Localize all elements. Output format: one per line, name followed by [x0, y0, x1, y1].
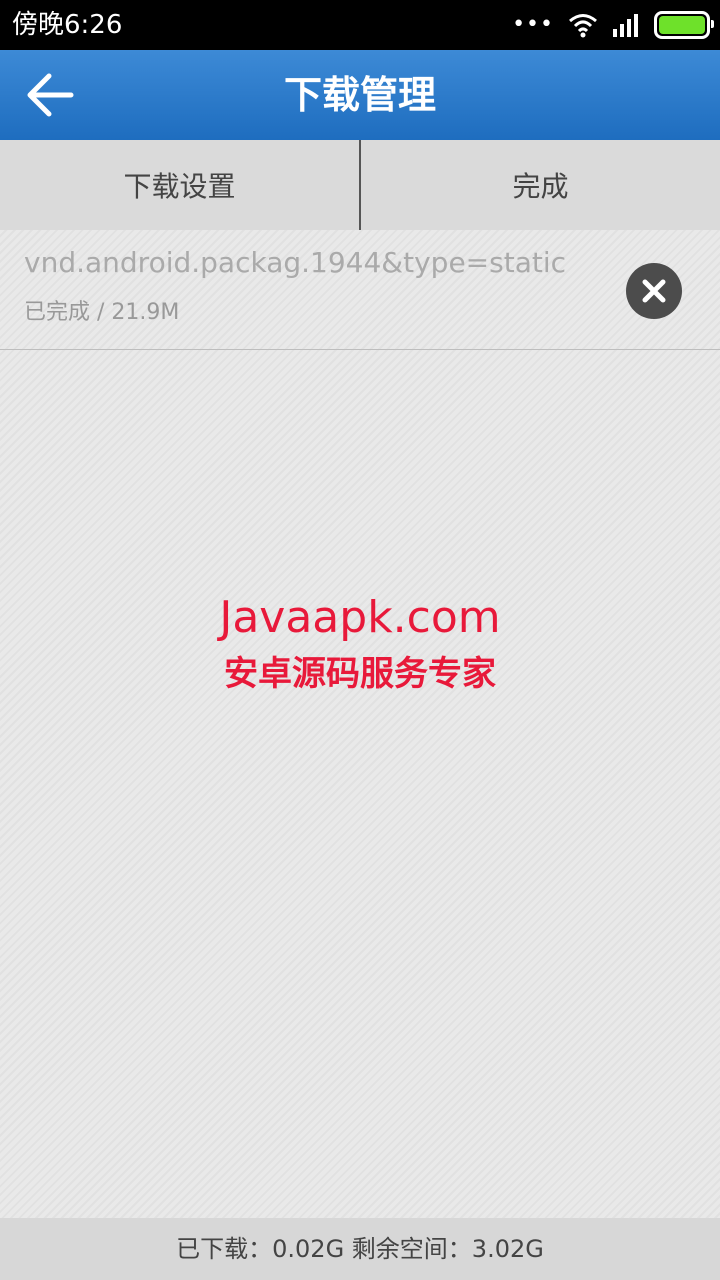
- download-name: vnd.android.packag.1944&type=static: [24, 246, 567, 279]
- watermark-tagline: 安卓源码服务专家: [224, 654, 496, 694]
- delete-download-button[interactable]: [626, 263, 682, 319]
- tab-bar: 下载设置 完成: [0, 140, 720, 230]
- tab-done[interactable]: 完成: [361, 140, 720, 230]
- tab-download-settings[interactable]: 下载设置: [0, 140, 359, 230]
- status-time: 傍晚6:26: [12, 10, 123, 40]
- status-bar: 傍晚6:26 •••: [0, 0, 720, 50]
- more-dots-icon: •••: [512, 12, 554, 37]
- app-bar: 下载管理: [0, 50, 720, 140]
- wifi-icon: [569, 14, 597, 38]
- storage-footer: 已下载：0.02G 剩余空间：3.02G: [0, 1218, 720, 1280]
- battery-level: [659, 16, 705, 34]
- battery-icon: [654, 11, 714, 39]
- status-icons: •••: [512, 10, 714, 40]
- download-status: 已完成 / 21.9M: [24, 300, 180, 325]
- arrow-left-icon: [27, 73, 74, 117]
- signal-icon: [613, 14, 638, 37]
- watermark-logo-text: Javaapk.com: [219, 592, 501, 643]
- back-button[interactable]: [18, 65, 82, 125]
- list-item[interactable]: vnd.android.packag.1944&type=static 已完成 …: [0, 230, 720, 350]
- page-title: 下载管理: [283, 73, 436, 117]
- close-circle-icon: [642, 279, 666, 303]
